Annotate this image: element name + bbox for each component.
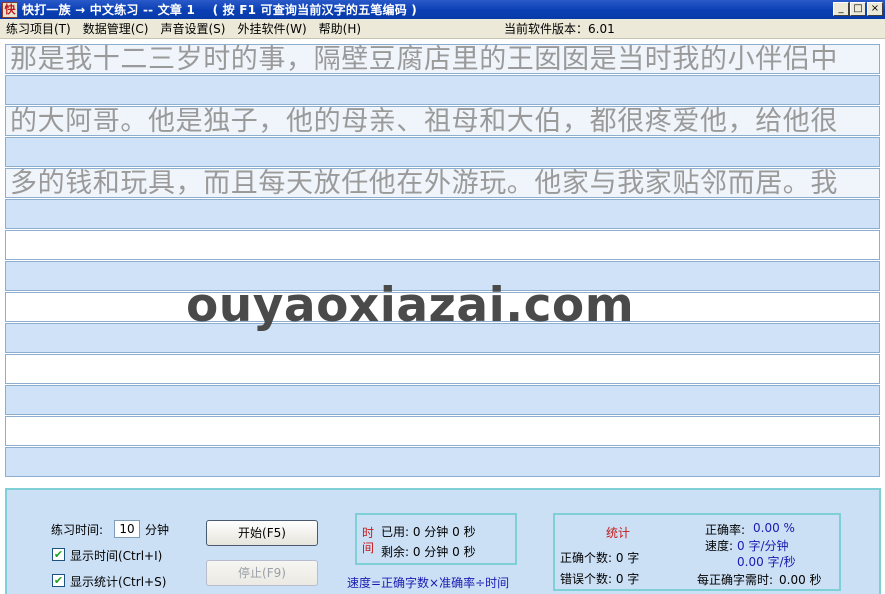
software-version: 当前软件版本：6.01 <box>504 22 615 36</box>
menu-sound-settings[interactable]: 声音设置(S) <box>154 20 231 37</box>
empty-text-line <box>5 230 880 260</box>
window-title: 快打一族 → 中文练习 -- 文章 1 ( 按 F1 可查询当前汉字的五笔编码 … <box>22 3 417 17</box>
menu-help[interactable]: 帮助(H) <box>313 20 367 37</box>
show-stats-label: 显示统计(Ctrl+S) <box>70 575 167 589</box>
practice-text: 那是我十二三岁时的事，隔壁豆腐店里的王囡囡是当时我的小伴侣中 <box>10 44 838 75</box>
time-per-char-value: 0.00 秒 <box>779 573 822 587</box>
speed-label: 速度: <box>705 539 734 553</box>
show-time-label: 显示时间(Ctrl+I) <box>70 549 163 563</box>
practice-time-unit: 分钟 <box>145 523 170 537</box>
empty-text-line <box>5 354 880 384</box>
typing-input-line-1[interactable] <box>5 75 880 105</box>
close-icon[interactable]: × <box>867 2 883 16</box>
practice-text-line-1: 那是我十二三岁时的事，隔壁豆腐店里的王囡囡是当时我的小伴侣中 <box>5 44 880 75</box>
speed-per-minute: 0 字/分钟 <box>737 539 789 553</box>
accuracy-value: 0.00 % <box>753 521 795 535</box>
practice-time-label: 练习时间: <box>51 523 104 537</box>
minimize-icon[interactable]: _ <box>833 2 849 16</box>
typing-input-line[interactable] <box>5 447 880 477</box>
time-used: 已用: 0 分钟 0 秒 <box>381 525 476 539</box>
practice-time-input[interactable]: 10 <box>114 520 140 538</box>
error-count: 错误个数: 0 字 <box>560 572 640 586</box>
practice-text-line-3: 多的钱和玩具，而且每天放任他在外游玩。他家与我家贴邻而居。我 <box>5 168 880 199</box>
timer-box: 时 间 已用: 0 分钟 0 秒 剩余: 0 分钟 0 秒 <box>355 513 517 565</box>
start-button[interactable]: 开始(F5) <box>206 520 318 546</box>
show-stats-checkbox[interactable]: ✔ <box>52 574 65 587</box>
practice-text: 多的钱和玩具，而且每天放任他在外游玩。他家与我家贴邻而居。我 <box>10 168 838 199</box>
typing-input-line-2[interactable] <box>5 137 880 167</box>
typing-area: 那是我十二三岁时的事，隔壁豆腐店里的王囡囡是当时我的小伴侣中 的大阿哥。他是独子… <box>0 40 885 484</box>
show-time-checkbox[interactable]: ✔ <box>52 548 65 561</box>
accuracy-label: 正确率: <box>705 523 746 537</box>
typing-input-line[interactable] <box>5 385 880 415</box>
correct-count: 正确个数: 0 字 <box>560 551 640 565</box>
title-bar[interactable]: 快 快打一族 → 中文练习 -- 文章 1 ( 按 F1 可查询当前汉字的五笔编… <box>0 0 885 19</box>
speed-formula: 速度=正确字数×准确率÷时间 <box>347 576 510 590</box>
menu-practice-items[interactable]: 练习项目(T) <box>0 20 77 37</box>
window-controls: _ □ × <box>833 2 883 16</box>
control-panel: 练习时间: 10 分钟 ✔ 显示时间(Ctrl+I) ✔ 显示统计(Ctrl+S… <box>5 488 881 594</box>
time-remaining: 剩余: 0 分钟 0 秒 <box>381 545 476 559</box>
practice-text: 的大阿哥。他是独子，他的母亲、祖母和大伯，都很疼爱他，给他很 <box>10 106 838 137</box>
time-vertical-label: 间 <box>362 541 375 555</box>
maximize-icon[interactable]: □ <box>850 2 866 16</box>
watermark: ouyaoxiazai.com <box>186 278 635 333</box>
empty-text-line <box>5 416 880 446</box>
stats-box: 统计 正确个数: 0 字 错误个数: 0 字 正确率: 0.00 % 速度: 0… <box>553 513 841 591</box>
menu-bar: 练习项目(T) 数据管理(C) 声音设置(S) 外挂软件(W) 帮助(H) 当前… <box>0 19 885 39</box>
typing-input-line-3[interactable] <box>5 199 880 229</box>
app-icon[interactable]: 快 <box>2 1 18 18</box>
menu-data-management[interactable]: 数据管理(C) <box>77 20 155 37</box>
menu-plugins[interactable]: 外挂软件(W) <box>231 20 312 37</box>
speed-per-second: 0.00 字/秒 <box>737 555 796 569</box>
time-per-char-label: 每正确字需时: <box>697 573 774 587</box>
stats-title: 统计 <box>606 526 631 540</box>
practice-text-line-2: 的大阿哥。他是独子，他的母亲、祖母和大伯，都很疼爱他，给他很 <box>5 106 880 137</box>
stop-button[interactable]: 停止(F9) <box>206 560 318 586</box>
